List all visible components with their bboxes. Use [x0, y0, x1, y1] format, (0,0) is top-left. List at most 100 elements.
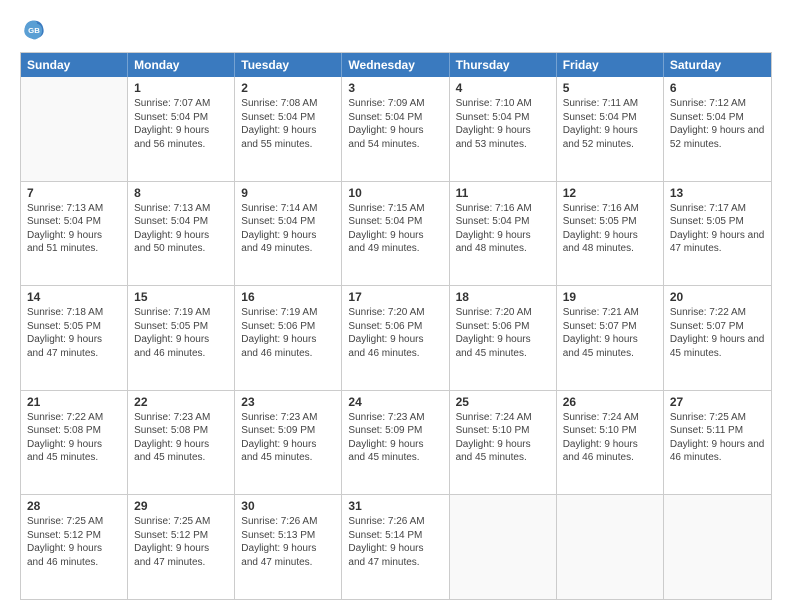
day-number: 7: [27, 186, 121, 200]
day-cell: 18 Sunrise: 7:20 AMSunset: 5:06 PMDayligh…: [450, 286, 557, 390]
day-number: 2: [241, 81, 335, 95]
header-saturday: Saturday: [664, 53, 771, 77]
day-info: Sunrise: 7:13 AMSunset: 5:04 PMDaylight:…: [27, 202, 121, 256]
day-info: Sunrise: 7:07 AMSunset: 5:04 PMDaylight:…: [134, 97, 228, 151]
day-cell: 27Sunrise: 7:25 AMSunset: 5:11 PMDayligh…: [664, 391, 771, 495]
header-wednesday: Wednesday: [342, 53, 449, 77]
day-number: 30: [241, 499, 335, 513]
day-number: 25: [456, 395, 550, 409]
day-cell: 13 Sunrise: 7:17 AMSunset: 5:05 PMDayligh…: [664, 182, 771, 286]
day-info: Sunrise: 7:17 AMSunset: 5:05 PMDaylight:…: [670, 202, 765, 256]
day-number: 31: [348, 499, 442, 513]
day-number: 26: [563, 395, 657, 409]
day-cell: 11Sunrise: 7:16 AMSunset: 5:04 PMDayligh…: [450, 182, 557, 286]
day-cell: 14 Sunrise: 7:18 AMSunset: 5:05 PMDayligh…: [21, 286, 128, 390]
day-cell: 20 Sunrise: 7:22 AMSunset: 5:07 PMDayligh…: [664, 286, 771, 390]
day-number: 22: [134, 395, 228, 409]
day-cell: 8 Sunrise: 7:13 AMSunset: 5:04 PMDaylight…: [128, 182, 235, 286]
day-number: 17: [348, 290, 442, 304]
week-row-1: 1 Sunrise: 7:07 AMSunset: 5:04 PMDaylight…: [21, 77, 771, 181]
day-info: Sunrise: 7:09 AMSunset: 5:04 PMDaylight:…: [348, 97, 442, 151]
day-info: Sunrise: 7:13 AMSunset: 5:04 PMDaylight:…: [134, 202, 228, 256]
day-info: Sunrise: 7:20 AMSunset: 5:06 PMDaylight:…: [348, 306, 442, 360]
day-number: 10: [348, 186, 442, 200]
day-number: 18: [456, 290, 550, 304]
day-number: 3: [348, 81, 442, 95]
day-info: Sunrise: 7:25 AMSunset: 5:12 PMDaylight:…: [27, 515, 121, 569]
header-friday: Friday: [557, 53, 664, 77]
day-cell: 6 Sunrise: 7:12 AMSunset: 5:04 PMDaylight…: [664, 77, 771, 181]
header-thursday: Thursday: [450, 53, 557, 77]
day-number: 14: [27, 290, 121, 304]
day-number: 11: [456, 186, 550, 200]
day-cell: 25 Sunrise: 7:24 AMSunset: 5:10 PMDayligh…: [450, 391, 557, 495]
calendar: Sunday Monday Tuesday Wednesday Thursday…: [20, 52, 772, 600]
day-info: Sunrise: 7:16 AMSunset: 5:05 PMDaylight:…: [563, 202, 657, 256]
header-monday: Monday: [128, 53, 235, 77]
day-info: Sunrise: 7:22 AMSunset: 5:07 PMDaylight:…: [670, 306, 765, 360]
day-number: 8: [134, 186, 228, 200]
day-cell: 29Sunrise: 7:25 AMSunset: 5:12 PMDayligh…: [128, 495, 235, 599]
day-cell: 28Sunrise: 7:25 AMSunset: 5:12 PMDayligh…: [21, 495, 128, 599]
day-number: 21: [27, 395, 121, 409]
day-info: Sunrise: 7:14 AMSunset: 5:04 PMDaylight:…: [241, 202, 335, 256]
day-info: Sunrise: 7:20 AMSunset: 5:06 PMDaylight:…: [456, 306, 550, 360]
logo-icon: GB: [20, 16, 48, 44]
day-cell: 7 Sunrise: 7:13 AMSunset: 5:04 PMDaylight…: [21, 182, 128, 286]
day-cell: 10 Sunrise: 7:15 AMSunset: 5:04 PMDayligh…: [342, 182, 449, 286]
day-number: 13: [670, 186, 765, 200]
week-row-3: 14 Sunrise: 7:18 AMSunset: 5:05 PMDayligh…: [21, 285, 771, 390]
day-info: Sunrise: 7:08 AMSunset: 5:04 PMDaylight:…: [241, 97, 335, 151]
day-cell: 5Sunrise: 7:11 AMSunset: 5:04 PMDaylight…: [557, 77, 664, 181]
day-cell: 4 Sunrise: 7:10 AMSunset: 5:04 PMDaylight…: [450, 77, 557, 181]
day-number: 24: [348, 395, 442, 409]
day-number: 5: [563, 81, 657, 95]
day-info: Sunrise: 7:24 AMSunset: 5:10 PMDaylight:…: [563, 411, 657, 465]
day-cell: 9 Sunrise: 7:14 AMSunset: 5:04 PMDaylight…: [235, 182, 342, 286]
day-number: 27: [670, 395, 765, 409]
day-cell: 23 Sunrise: 7:23 AMSunset: 5:09 PMDayligh…: [235, 391, 342, 495]
day-number: 20: [670, 290, 765, 304]
logo: GB: [20, 16, 52, 44]
day-cell: 12 Sunrise: 7:16 AMSunset: 5:05 PMDayligh…: [557, 182, 664, 286]
day-number: 12: [563, 186, 657, 200]
day-info: Sunrise: 7:24 AMSunset: 5:10 PMDaylight:…: [456, 411, 550, 465]
day-info: Sunrise: 7:10 AMSunset: 5:04 PMDaylight:…: [456, 97, 550, 151]
day-info: Sunrise: 7:23 AMSunset: 5:09 PMDaylight:…: [241, 411, 335, 465]
day-info: Sunrise: 7:26 AMSunset: 5:14 PMDaylight:…: [348, 515, 442, 569]
day-cell: [664, 495, 771, 599]
day-cell: 17 Sunrise: 7:20 AMSunset: 5:06 PMDayligh…: [342, 286, 449, 390]
page: GB Sunday Monday Tuesday Wednesday Thurs…: [0, 0, 792, 612]
day-cell: 24 Sunrise: 7:23 AMSunset: 5:09 PMDayligh…: [342, 391, 449, 495]
day-number: 1: [134, 81, 228, 95]
header-tuesday: Tuesday: [235, 53, 342, 77]
day-cell: 1 Sunrise: 7:07 AMSunset: 5:04 PMDaylight…: [128, 77, 235, 181]
day-number: 4: [456, 81, 550, 95]
svg-text:GB: GB: [28, 26, 40, 35]
day-info: Sunrise: 7:12 AMSunset: 5:04 PMDaylight:…: [670, 97, 765, 151]
day-cell: 31 Sunrise: 7:26 AMSunset: 5:14 PMDayligh…: [342, 495, 449, 599]
day-number: 9: [241, 186, 335, 200]
day-info: Sunrise: 7:18 AMSunset: 5:05 PMDaylight:…: [27, 306, 121, 360]
day-info: Sunrise: 7:26 AMSunset: 5:13 PMDaylight:…: [241, 515, 335, 569]
day-info: Sunrise: 7:22 AMSunset: 5:08 PMDaylight:…: [27, 411, 121, 465]
day-info: Sunrise: 7:19 AMSunset: 5:06 PMDaylight:…: [241, 306, 335, 360]
day-cell: [557, 495, 664, 599]
day-cell: [21, 77, 128, 181]
day-info: Sunrise: 7:23 AMSunset: 5:08 PMDaylight:…: [134, 411, 228, 465]
day-number: 23: [241, 395, 335, 409]
day-cell: 22 Sunrise: 7:23 AMSunset: 5:08 PMDayligh…: [128, 391, 235, 495]
header-sunday: Sunday: [21, 53, 128, 77]
day-cell: 16 Sunrise: 7:19 AMSunset: 5:06 PMDayligh…: [235, 286, 342, 390]
week-row-5: 28Sunrise: 7:25 AMSunset: 5:12 PMDayligh…: [21, 494, 771, 599]
day-info: Sunrise: 7:15 AMSunset: 5:04 PMDaylight:…: [348, 202, 442, 256]
day-cell: 26 Sunrise: 7:24 AMSunset: 5:10 PMDayligh…: [557, 391, 664, 495]
day-cell: 3 Sunrise: 7:09 AMSunset: 5:04 PMDaylight…: [342, 77, 449, 181]
day-number: 29: [134, 499, 228, 513]
day-info: Sunrise: 7:23 AMSunset: 5:09 PMDaylight:…: [348, 411, 442, 465]
day-number: 16: [241, 290, 335, 304]
day-number: 6: [670, 81, 765, 95]
day-cell: 2 Sunrise: 7:08 AMSunset: 5:04 PMDaylight…: [235, 77, 342, 181]
day-info: Sunrise: 7:19 AMSunset: 5:05 PMDaylight:…: [134, 306, 228, 360]
day-cell: 21 Sunrise: 7:22 AMSunset: 5:08 PMDayligh…: [21, 391, 128, 495]
